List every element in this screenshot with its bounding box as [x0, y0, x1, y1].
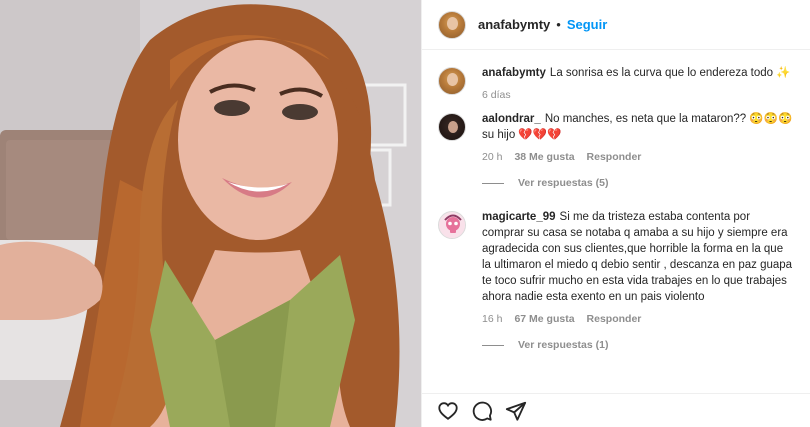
- share-icon: [505, 401, 527, 421]
- caption-text: La sonrisa es la curva que lo endereza t…: [549, 67, 791, 79]
- caption-meta: 6 días: [482, 89, 795, 101]
- caption: anafabymty La sonrisa es la curva que lo …: [438, 65, 795, 101]
- comment-body: magicarte_99 Si me da tristeza estaba con…: [482, 209, 795, 361]
- comment-item: aalondrar_ No manches, es neta que la mat…: [438, 111, 795, 199]
- caption-time[interactable]: 6 días: [482, 89, 511, 101]
- like-button[interactable]: [436, 399, 460, 423]
- comment-text-block: magicarte_99 Si me da tristeza estaba con…: [482, 209, 795, 305]
- comments-list[interactable]: anafabymty La sonrisa es la curva que lo …: [422, 51, 810, 393]
- post-photo[interactable]: [0, 0, 421, 427]
- author-username[interactable]: anafabymty: [478, 17, 550, 32]
- caption-avatar[interactable]: [438, 67, 466, 95]
- caption-body: anafabymty La sonrisa es la curva que lo …: [482, 65, 795, 101]
- follow-button[interactable]: Seguir: [567, 17, 607, 32]
- caption-username[interactable]: anafabymty: [482, 67, 546, 79]
- replies-divider: [482, 182, 504, 184]
- comment-text: Si me da tristeza estaba contenta por co…: [482, 211, 793, 303]
- comment-time[interactable]: 16 h: [482, 313, 502, 325]
- comment-icon: [472, 401, 493, 421]
- comment-meta: 20 h 38 Me gusta Responder: [482, 151, 795, 163]
- comment-likes[interactable]: 67 Me gusta: [514, 313, 574, 325]
- comment-text-block: aalondrar_ No manches, es neta que la mat…: [482, 111, 795, 143]
- comment-button[interactable]: [470, 399, 494, 423]
- view-replies-button[interactable]: Ver respuestas (1): [482, 339, 795, 351]
- comment-body: aalondrar_ No manches, es neta que la mat…: [482, 111, 795, 199]
- view-replies-label: Ver respuestas (1): [518, 339, 609, 351]
- comment-item: magicarte_99 Si me da tristeza estaba con…: [438, 209, 795, 361]
- post-actions: [422, 393, 810, 427]
- comment-likes[interactable]: 38 Me gusta: [514, 151, 574, 163]
- view-replies-button[interactable]: Ver respuestas (5): [482, 177, 795, 189]
- commenter-username[interactable]: aalondrar_: [482, 113, 541, 125]
- author-avatar[interactable]: [438, 10, 466, 39]
- caption-text-block: anafabymty La sonrisa es la curva que lo …: [482, 65, 795, 81]
- reply-button[interactable]: Responder: [587, 313, 642, 325]
- comment-meta: 16 h 67 Me gusta Responder: [482, 313, 795, 325]
- post-photo-image: [0, 0, 421, 427]
- heart-icon: [438, 401, 458, 420]
- replies-divider: [482, 344, 504, 346]
- post-sidebar: anafabymty • Seguir anafabymty La sonrisa…: [421, 0, 810, 427]
- reply-button[interactable]: Responder: [587, 151, 642, 163]
- view-replies-label: Ver respuestas (5): [518, 177, 609, 189]
- commenter-username[interactable]: magicarte_99: [482, 211, 556, 223]
- commenter-avatar[interactable]: [438, 113, 466, 141]
- post-header: anafabymty • Seguir: [422, 0, 810, 50]
- instagram-post: anafabymty • Seguir anafabymty La sonrisa…: [0, 0, 810, 427]
- commenter-avatar[interactable]: [438, 211, 466, 239]
- share-button[interactable]: [504, 399, 528, 423]
- separator-dot: •: [556, 17, 561, 32]
- comment-time[interactable]: 20 h: [482, 151, 502, 163]
- skull-icon: [440, 213, 465, 238]
